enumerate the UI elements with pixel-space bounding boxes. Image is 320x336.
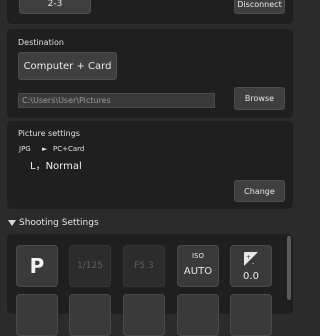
picture-quality-text: L，Normal (30, 161, 82, 172)
picture-target-text: PC+Card (53, 145, 85, 153)
setting-tile[interactable] (69, 294, 111, 336)
setting-tile[interactable] (230, 294, 272, 336)
change-button[interactable]: Change (234, 180, 285, 202)
svg-text:+: + (246, 254, 251, 261)
destination-path-field[interactable]: C:\Users\User\Pictures (18, 93, 215, 108)
svg-text:-: - (252, 260, 254, 266)
picture-format-text: JPG (19, 145, 31, 153)
shutter-speed-button[interactable]: 1/125 (69, 245, 111, 287)
disconnect-button[interactable]: Disconnect (234, 0, 285, 14)
setting-tile[interactable] (16, 294, 58, 336)
shutter-speed-value: 1/125 (77, 261, 103, 271)
browse-button[interactable]: Browse (234, 87, 285, 110)
iso-label: ISO (191, 252, 205, 260)
iso-button[interactable]: ISO AUTO (177, 245, 219, 287)
aperture-button[interactable]: F5.3 (123, 245, 165, 287)
setting-tile[interactable] (177, 294, 219, 336)
exposure-compensation-icon: + - (244, 252, 258, 266)
aperture-value: F5.3 (134, 261, 154, 271)
destination-select-button[interactable]: Computer + Card (18, 52, 117, 80)
setting-tile[interactable] (123, 294, 165, 336)
destination-heading: Destination (18, 38, 64, 47)
arrow-right-icon: ► (42, 145, 48, 153)
iso-value: AUTO (183, 266, 213, 277)
shooting-mode-value: P (29, 254, 45, 278)
exposure-compensation-value: 0.0 (243, 271, 259, 282)
shooting-mode-button[interactable]: P (16, 245, 58, 287)
top-value-button[interactable]: 2-3 (19, 0, 91, 14)
scrollbar[interactable] (287, 236, 291, 300)
shooting-settings-heading: Shooting Settings (19, 218, 99, 228)
shooting-settings-header[interactable]: Shooting Settings (0, 214, 300, 232)
triangle-down-icon (8, 220, 16, 226)
picture-settings-heading: Picture settings (18, 129, 80, 138)
exposure-compensation-button[interactable]: + - 0.0 (230, 245, 272, 287)
